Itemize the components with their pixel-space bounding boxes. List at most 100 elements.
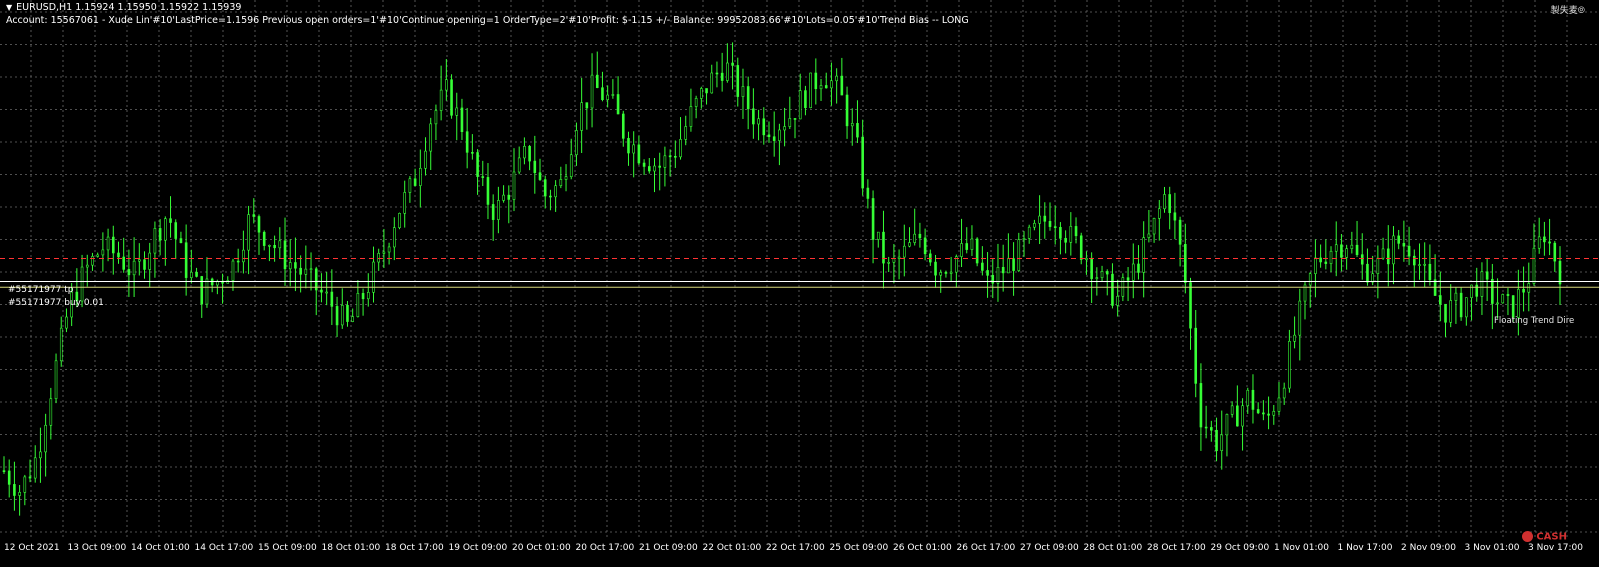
candle-body: [1033, 223, 1036, 228]
candle-body: [1007, 258, 1010, 274]
time-tick-label: 21 Oct 09:00: [639, 543, 698, 553]
candle-body: [424, 150, 427, 169]
candle-body: [1131, 263, 1135, 281]
candle-body: [1178, 219, 1182, 245]
candle-body: [981, 262, 984, 271]
candle-body: [283, 240, 287, 270]
candle-body: [1334, 244, 1338, 252]
candle-body: [757, 118, 760, 125]
chart-window[interactable]: ▼ EURUSD,H1 1.15924 1.15950 1.15922 1.159…: [0, 0, 1599, 567]
candle-body: [1288, 341, 1291, 389]
candle-body: [262, 231, 266, 246]
candle-body: [830, 80, 833, 89]
candle-body: [856, 123, 859, 138]
candle-body: [231, 260, 235, 281]
candle-body: [335, 306, 339, 326]
time-tick-label: 29 Oct 09:00: [1210, 543, 1270, 553]
candle-body: [356, 293, 360, 317]
price-chart[interactable]: [0, 0, 1599, 540]
candle-body: [1001, 266, 1005, 274]
candle-body: [575, 130, 578, 156]
candle-body: [1511, 295, 1515, 318]
candle-body: [1147, 233, 1151, 238]
candle-body: [1038, 215, 1041, 224]
time-tick-label: 2 Nov 09:00: [1401, 543, 1456, 553]
candle-body: [1184, 244, 1187, 283]
candle-body: [361, 293, 365, 300]
take-profit-label[interactable]: #55171977 tp: [8, 285, 73, 295]
candle-body: [111, 236, 115, 254]
candle-body: [18, 492, 21, 496]
candle-body: [595, 74, 599, 88]
candle-body: [1236, 405, 1239, 427]
candle-body: [13, 484, 16, 496]
candle-body: [1491, 278, 1494, 304]
candle-body: [1319, 257, 1322, 263]
candle-body: [1100, 271, 1104, 278]
candle-body: [1017, 239, 1021, 271]
candle-body: [731, 62, 734, 66]
candle-body: [559, 179, 563, 186]
candle-body: [845, 94, 849, 127]
candle-body: [382, 251, 386, 254]
candle-body: [965, 243, 969, 250]
candle-body: [169, 218, 172, 223]
candle-body: [606, 94, 609, 101]
candle-body: [65, 316, 68, 329]
candle-body: [939, 272, 943, 276]
candle-body: [1465, 297, 1468, 318]
candle-body: [127, 269, 131, 276]
candle-body: [340, 304, 344, 326]
candle-body: [419, 168, 422, 186]
candle-body: [929, 253, 932, 263]
candle-body: [715, 72, 719, 75]
candle-body: [486, 177, 490, 205]
candle-body: [668, 155, 672, 158]
candle-body: [876, 231, 880, 240]
candle-body: [476, 152, 479, 177]
candle-body: [1043, 215, 1047, 222]
time-tick-label: 22 Oct 01:00: [702, 543, 762, 553]
candle-body: [788, 118, 792, 127]
logo-icon: [1522, 531, 1534, 542]
time-tick-label: 25 Oct 09:00: [829, 543, 889, 553]
time-tick-label: 15 Oct 09:00: [258, 543, 317, 553]
candle-body: [351, 316, 354, 322]
candle-body: [398, 213, 401, 228]
candle-body: [674, 156, 677, 158]
candle-body: [1282, 387, 1286, 399]
candle-body: [949, 271, 953, 274]
candle-body: [1480, 271, 1484, 297]
candle-body: [304, 268, 308, 275]
candle-body: [1340, 244, 1343, 258]
candle-body: [1262, 412, 1265, 415]
candle-body: [23, 476, 27, 493]
candle-body: [1293, 334, 1296, 342]
candle-body: [866, 187, 870, 199]
candle-body: [580, 102, 583, 131]
candle-body: [1210, 427, 1213, 431]
candle-body: [1360, 254, 1364, 265]
time-tick-label: 20 Oct 01:00: [512, 543, 571, 553]
candle-body: [1522, 288, 1525, 293]
candle-body: [268, 245, 271, 247]
candle-body: [59, 327, 63, 362]
candle-body: [1267, 413, 1270, 416]
candle-body: [1501, 294, 1505, 304]
candle-body: [1059, 227, 1062, 239]
candle-body: [850, 123, 854, 127]
candle-body: [1012, 258, 1015, 271]
buy-order-label[interactable]: #55171977 buy 0.01: [8, 298, 104, 308]
candle-body: [210, 278, 214, 286]
candle-body: [736, 65, 740, 97]
candle-body: [1053, 226, 1057, 228]
candle-body: [439, 89, 443, 111]
candle-body: [1506, 294, 1510, 296]
candle-body: [871, 198, 875, 240]
chevron-down-icon[interactable]: ▼: [6, 2, 12, 13]
candle-body: [902, 245, 906, 258]
candle-body: [923, 237, 927, 255]
candle-body: [741, 86, 745, 97]
candle-body: [465, 131, 469, 153]
candle-body: [1345, 248, 1348, 258]
